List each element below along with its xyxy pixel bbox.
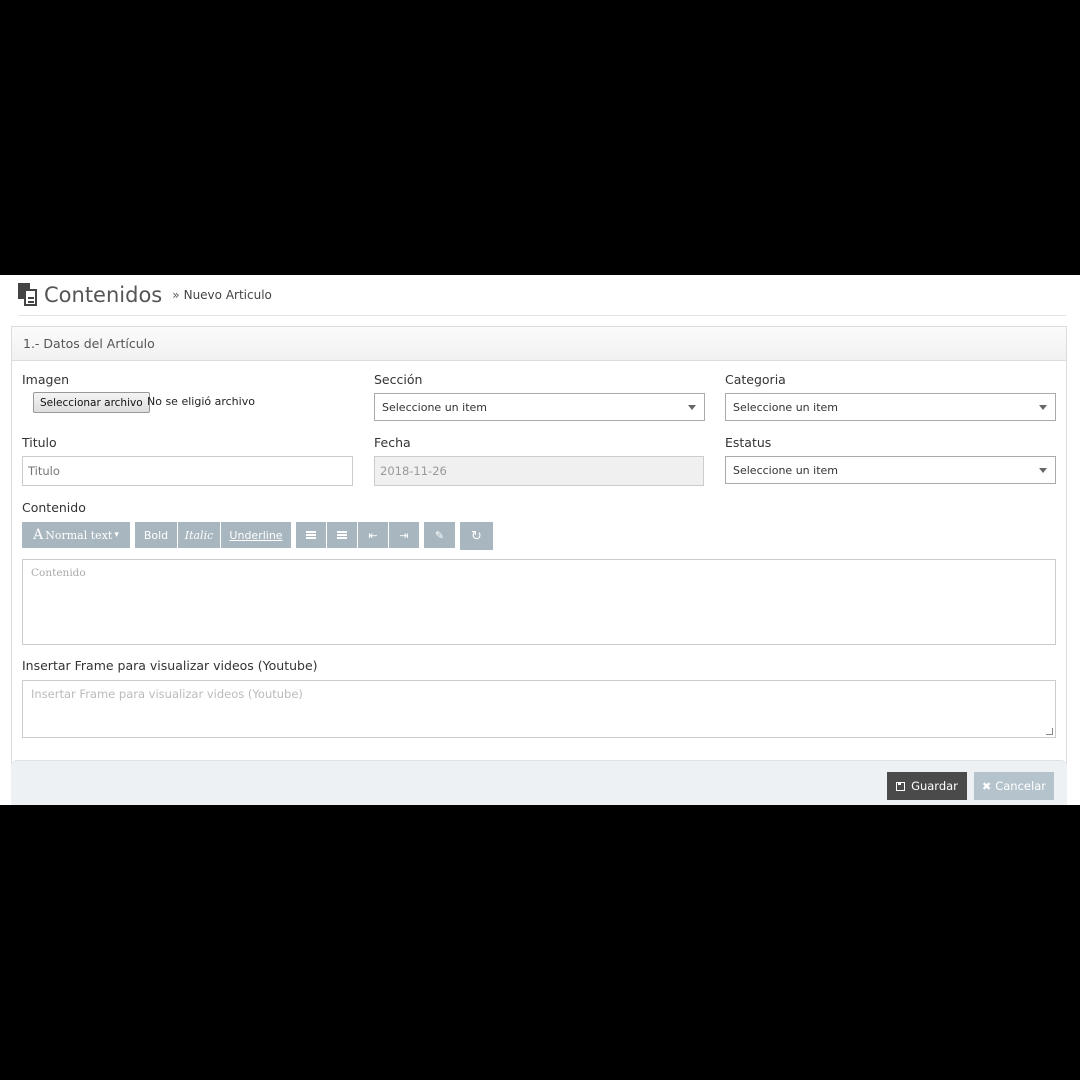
- imagen-label: Imagen: [22, 372, 70, 387]
- categoria-select[interactable]: Seleccione un item: [725, 393, 1056, 421]
- content-editor-placeholder: Contenido: [31, 567, 86, 579]
- floppy-disk-icon: [896, 781, 906, 791]
- unordered-list-button[interactable]: [296, 522, 326, 548]
- outdent-icon: ⇤: [368, 528, 378, 542]
- redo-icon: ↻: [471, 528, 482, 544]
- fecha-label: Fecha: [374, 435, 411, 450]
- indent-icon: ⇥: [399, 528, 409, 542]
- contenido-label: Contenido: [22, 500, 86, 515]
- page-header: Contenidos » Nuevo Articulo: [18, 279, 272, 311]
- font-style-dropdown[interactable]: A Normal text ▾: [22, 522, 130, 548]
- frame-textarea[interactable]: Insertar Frame para visualizar videos (Y…: [22, 680, 1056, 738]
- chevron-down-icon: [1039, 468, 1047, 473]
- categoria-label: Categoria: [725, 372, 786, 387]
- cancel-button-label: Cancelar: [995, 779, 1046, 793]
- fecha-input[interactable]: [374, 456, 704, 486]
- bold-button[interactable]: Bold: [135, 522, 177, 548]
- save-button-label: Guardar: [911, 779, 958, 793]
- frame-label: Insertar Frame para visualizar videos (Y…: [22, 658, 318, 673]
- panel-heading-text: 1.- Datos del Artículo: [23, 336, 155, 351]
- save-button[interactable]: Guardar: [887, 772, 967, 800]
- font-style-label: Normal text: [45, 528, 113, 542]
- close-icon: ✖: [982, 779, 992, 793]
- file-status-text: No se eligió archivo: [147, 395, 255, 408]
- frame-textarea-placeholder: Insertar Frame para visualizar videos (Y…: [31, 687, 303, 701]
- ordered-list-icon: [337, 531, 347, 539]
- indent-button[interactable]: ⇥: [389, 522, 419, 548]
- ordered-list-button[interactable]: [327, 522, 357, 548]
- pencil-icon: ✎: [434, 528, 445, 542]
- chevron-down-icon: [1039, 405, 1047, 410]
- page-title: Contenidos: [44, 283, 163, 307]
- estatus-select-value: Seleccione un item: [733, 463, 838, 477]
- seccion-select-value: Seleccione un item: [382, 400, 487, 414]
- titulo-label: Titulo: [22, 435, 57, 450]
- seccion-label: Sección: [374, 372, 423, 387]
- header-divider: [18, 315, 1066, 316]
- redo-button[interactable]: ↻: [460, 522, 493, 550]
- underline-button[interactable]: Underline: [221, 522, 291, 548]
- pencil-button[interactable]: ✎: [424, 522, 455, 548]
- documents-icon: [18, 283, 40, 307]
- outdent-button[interactable]: ⇤: [358, 522, 388, 548]
- chevron-down-icon: ▾: [114, 530, 119, 540]
- content-page: Contenidos » Nuevo Articulo 1.- Datos de…: [0, 275, 1080, 805]
- panel-heading: 1.- Datos del Artículo: [12, 327, 1066, 361]
- resize-handle-icon[interactable]: [1046, 728, 1053, 735]
- italic-button[interactable]: Italic: [178, 522, 220, 548]
- categoria-select-value: Seleccione un item: [733, 400, 838, 414]
- titulo-input[interactable]: [22, 456, 353, 486]
- breadcrumb-separator: »: [172, 288, 180, 302]
- font-icon: A: [33, 527, 44, 543]
- article-form-panel: 1.- Datos del Artículo Imagen Selecciona…: [11, 326, 1067, 805]
- choose-file-button[interactable]: Seleccionar archivo: [33, 392, 150, 413]
- seccion-select[interactable]: Seleccione un item: [374, 393, 705, 421]
- unordered-list-icon: [306, 531, 316, 539]
- chevron-down-icon: [688, 405, 696, 410]
- cancel-button[interactable]: ✖ Cancelar: [974, 772, 1054, 800]
- estatus-label: Estatus: [725, 435, 772, 450]
- estatus-select[interactable]: Seleccione un item: [725, 456, 1056, 484]
- breadcrumb: Nuevo Articulo: [183, 288, 272, 302]
- content-editor[interactable]: Contenido: [22, 559, 1056, 645]
